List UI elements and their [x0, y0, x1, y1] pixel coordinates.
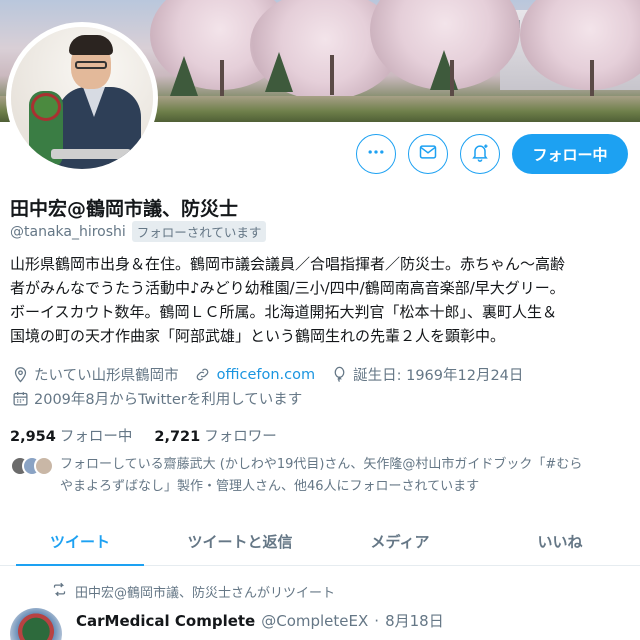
- following-label: フォロー中: [59, 429, 133, 445]
- tab-tweets[interactable]: ツイート: [0, 518, 160, 566]
- bio-line: ボーイスカウト数年。鶴岡ＬＣ所属。北海道開拓大判官「松本十郎」、裏町人生＆: [10, 303, 558, 321]
- more-button[interactable]: [356, 134, 396, 174]
- followed-by-line: フォローしている齋藤武大 (かしわや19代目)さん、矢作隆@村山市ガイドブック「…: [60, 457, 583, 472]
- profile-bio: 山形県鶴岡市出身＆在住。鶴岡市議会議員／合唱指揮者／防災士。赤ちゃん～高齢 者が…: [10, 252, 632, 348]
- message-button[interactable]: [408, 134, 448, 174]
- tweet-author-name[interactable]: CarMedical Complete: [76, 612, 255, 630]
- avatar-glasses: [75, 61, 107, 69]
- followers-label: フォロワー: [204, 429, 277, 445]
- bio-line: 者がみんなでうたう活動中♪みどり幼稚園/三小/四中/鶴岡南高音楽部/早大グリー。: [10, 279, 565, 297]
- mini-avatar: [34, 456, 54, 476]
- tweet-date[interactable]: 8月18日: [385, 610, 444, 631]
- tab-tweets-and-replies[interactable]: ツイートと返信: [160, 518, 320, 565]
- followers-stat[interactable]: 2,721 フォロワー: [154, 425, 276, 446]
- envelope-icon: [418, 142, 438, 166]
- tweet-separator: ·: [374, 611, 380, 630]
- handle-row: @tanaka_hiroshi フォローされています: [10, 221, 267, 242]
- avatar-hair: [69, 35, 113, 55]
- followed-by-line: やまよろずばなし」製作・管理人さん、他46人にフォローされています: [60, 479, 480, 494]
- banner-pine: [265, 52, 293, 92]
- profile-location: たいてい山形県鶴岡市: [34, 368, 179, 384]
- bio-line: 国境の町の天才作曲家「阿部武雄」という鶴岡生れの先輩２人を顕彰中。: [10, 327, 506, 345]
- profile-name: 田中宏@鶴岡市議、防災士: [10, 198, 239, 220]
- tweet-author-avatar[interactable]: [10, 608, 62, 640]
- profile-tabs: ツイート ツイートと返信 メディア いいね: [0, 518, 640, 566]
- avatar-belt: [51, 149, 131, 159]
- profile-joined-row: 2009年8月からTwitterを利用しています: [10, 388, 302, 409]
- banner-trunk: [330, 55, 334, 95]
- profile-handle: @tanaka_hiroshi: [10, 223, 126, 240]
- banner-trunk: [590, 60, 594, 96]
- profile-joined-date: 2009年8月からTwitterを利用しています: [34, 392, 303, 408]
- following-button[interactable]: フォロー中: [512, 134, 628, 174]
- banner-pine: [170, 56, 198, 96]
- retweet-icon: [52, 582, 67, 601]
- banner-trunk: [220, 60, 224, 96]
- profile-actions: フォロー中: [356, 133, 628, 175]
- followers-count: 2,721: [154, 429, 201, 445]
- more-horizontal-icon: [366, 142, 386, 166]
- calendar-icon: [10, 389, 30, 409]
- profile-birthday: 誕生日: 1969年12月24日: [353, 368, 524, 384]
- retweet-notice: 田中宏@鶴岡市議、防災士さんがリツイート: [52, 582, 335, 601]
- followed-by-text: フォローしている齋藤武大 (かしわや19代目)さん、矢作隆@村山市ガイドブック「…: [60, 454, 582, 498]
- bell-plus-icon: [470, 142, 490, 166]
- tab-media[interactable]: メディア: [320, 518, 480, 565]
- location-pin-icon: [10, 365, 30, 385]
- profile-avatar[interactable]: [6, 22, 158, 174]
- tweet-author-handle[interactable]: @CompleteEX: [261, 612, 368, 630]
- notifications-button[interactable]: [460, 134, 500, 174]
- followed-by-avatars: [10, 456, 60, 478]
- banner-trunk: [450, 60, 454, 96]
- tweet-header: CarMedical Complete @CompleteEX · 8月18日: [76, 610, 444, 631]
- tab-likes[interactable]: いいね: [480, 518, 640, 565]
- link-icon: [193, 365, 213, 385]
- followed-by-section[interactable]: フォローしている齋藤武大 (かしわや19代目)さん、矢作隆@村山市ガイドブック「…: [10, 454, 632, 498]
- avatar-hero-mask: [31, 93, 61, 121]
- balloon-icon: [329, 365, 349, 385]
- following-stat[interactable]: 2,954 フォロー中: [10, 425, 132, 446]
- retweet-notice-text: 田中宏@鶴岡市議、防災士さんがリツイート: [75, 586, 336, 601]
- profile-website-link[interactable]: officefon.com: [217, 367, 316, 383]
- bio-line: 山形県鶴岡市出身＆在住。鶴岡市議会議員／合唱指揮者／防災士。赤ちゃん～高齢: [10, 255, 566, 273]
- profile-meta-row: たいてい山形県鶴岡市 officefon.com 誕生日: 1969年12月24…: [10, 364, 523, 385]
- follows-you-badge: フォローされています: [131, 221, 267, 242]
- following-count: 2,954: [10, 429, 56, 445]
- profile-stats: 2,954 フォロー中 2,721 フォロワー: [10, 425, 277, 446]
